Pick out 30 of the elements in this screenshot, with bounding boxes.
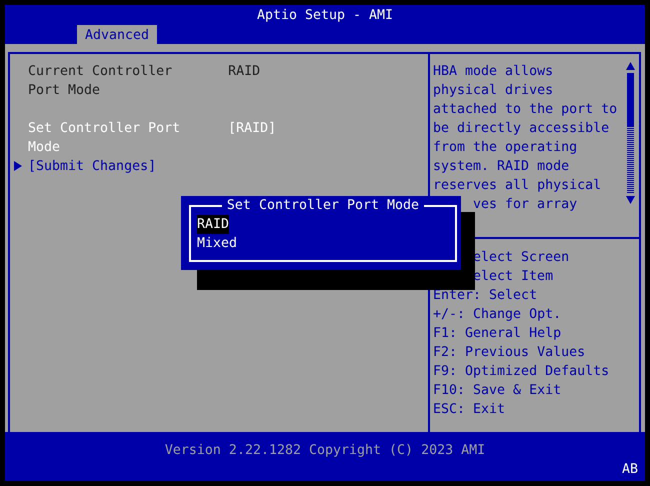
- key-hint: F2: Previous Values: [433, 344, 586, 362]
- window-title: Aptio Setup - AMI: [256, 7, 394, 24]
- help-text-line: ves for array: [472, 196, 578, 214]
- help-text-line: physical drives: [433, 82, 554, 100]
- key-hint: F9: Optimized Defaults: [433, 363, 610, 381]
- setting-label: Current Controller Port Mode: [28, 63, 174, 100]
- help-text-line: system. RAID mode: [433, 158, 570, 176]
- menu-tab[interactable]: Advanced: [77, 25, 158, 45]
- help-text-line: reserves all physical: [433, 177, 602, 195]
- key-hint: Enter: Select: [433, 287, 538, 305]
- version-text: Version 2.22.1282 Copyright (C) 2023 AMI: [164, 442, 486, 460]
- submenu-arrow-icon: [14, 161, 22, 171]
- popup-option[interactable]: Mixed: [197, 234, 238, 253]
- popup-option[interactable]: RAID: [197, 215, 230, 234]
- key-hint: F1: General Help: [433, 325, 562, 343]
- scroll-up-icon: [626, 62, 635, 70]
- setting-value[interactable]: [RAID]: [228, 119, 428, 157]
- scroll-down-icon: [626, 196, 635, 204]
- key-hint: ESC: Exit: [433, 401, 506, 419]
- help-text-line: from the operating: [433, 139, 578, 157]
- help-text-line: be directly accessible: [433, 120, 610, 138]
- setting-value: RAID: [228, 63, 262, 81]
- setting-label[interactable]: [Submit Changes]: [28, 157, 228, 176]
- help-text-line: attached to the port to: [433, 101, 618, 119]
- key-hint: +/-: Change Opt.: [433, 306, 562, 324]
- setting-label[interactable]: Set Controller Port Mode: [28, 119, 180, 157]
- keyboard-layout-label: AB: [622, 461, 638, 479]
- key-hint: F10: Save & Exit: [433, 382, 562, 400]
- help-text-line: HBA mode allows: [433, 63, 554, 81]
- scrollbar[interactable]: [626, 62, 635, 204]
